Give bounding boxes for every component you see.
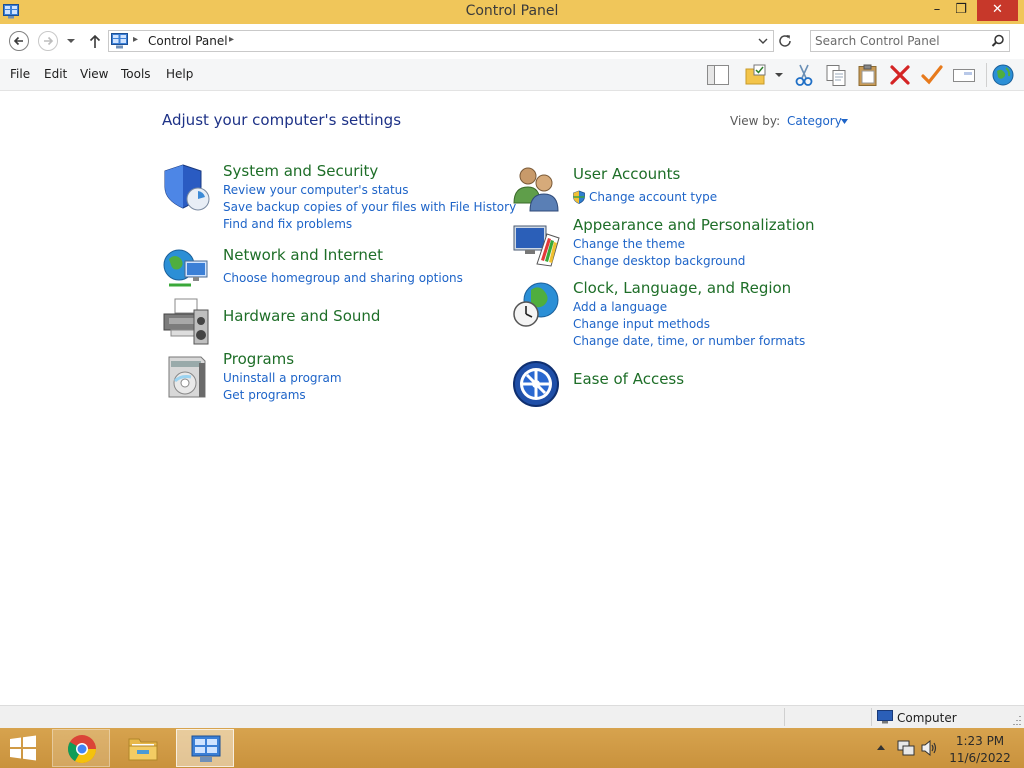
network-tray-icon[interactable] <box>897 740 915 756</box>
back-arrow-icon <box>13 36 23 46</box>
category-ease-of-access[interactable]: Ease of Access <box>573 370 684 388</box>
menu-bar: File Edit View Tools Help <box>0 59 1024 91</box>
up-arrow-icon[interactable] <box>88 33 102 49</box>
uac-shield-icon <box>573 190 585 204</box>
printer-icon[interactable] <box>161 296 211 346</box>
network-globe-icon[interactable] <box>161 245 211 295</box>
title-bar: Control Panel – ❐ ✕ <box>0 0 1024 24</box>
users-icon[interactable] <box>511 163 561 213</box>
globe-icon[interactable] <box>991 63 1015 87</box>
folder-options-icon[interactable] <box>744 63 768 87</box>
checkmark-icon[interactable] <box>920 63 944 87</box>
chevron-down-icon[interactable] <box>757 35 769 47</box>
control-panel-icon <box>191 735 221 762</box>
taskbar: 1:23 PM 11/6/2022 <box>0 728 1024 768</box>
computer-icon <box>877 710 893 724</box>
resize-grip-icon[interactable] <box>1012 714 1022 726</box>
menu-view[interactable]: View <box>80 67 108 81</box>
link-change-account-type[interactable]: Change account type <box>589 190 717 204</box>
taskbar-control-panel-button[interactable] <box>176 729 234 767</box>
recent-locations-dropdown-icon[interactable] <box>66 36 76 46</box>
paste-icon[interactable] <box>856 63 880 87</box>
back-button[interactable] <box>9 31 29 51</box>
forward-arrow-icon <box>44 36 54 46</box>
page-title: Adjust your computer's settings <box>162 111 402 129</box>
view-by-label: View by: <box>730 114 781 128</box>
layout-pane-icon[interactable] <box>706 63 730 87</box>
category-clock-language-region[interactable]: Clock, Language, and Region <box>573 279 791 297</box>
status-divider <box>871 708 872 726</box>
category-programs[interactable]: Programs <box>223 350 294 368</box>
ease-of-access-icon[interactable] <box>511 359 561 409</box>
cut-icon[interactable] <box>792 63 816 87</box>
address-box[interactable]: ▸ Control Panel ▸ <box>108 30 774 52</box>
link-uninstall-program[interactable]: Uninstall a program <box>223 371 342 385</box>
window-title: Control Panel <box>465 3 559 19</box>
control-panel-icon <box>111 33 128 49</box>
minimize-button[interactable]: – <box>926 0 948 21</box>
menu-tools[interactable]: Tools <box>121 67 151 81</box>
properties-icon[interactable] <box>952 63 976 87</box>
shield-icon[interactable] <box>161 162 211 212</box>
breadcrumb-separator[interactable]: ▸ <box>133 34 138 45</box>
chrome-icon <box>68 735 96 763</box>
breadcrumb-separator[interactable]: ▸ <box>229 34 234 45</box>
search-box[interactable] <box>810 30 1010 52</box>
link-get-programs[interactable]: Get programs <box>223 388 306 402</box>
link-change-input-methods[interactable]: Change input methods <box>573 317 710 331</box>
search-input[interactable] <box>815 33 985 49</box>
windows-start-icon[interactable] <box>8 735 38 761</box>
category-network-and-internet[interactable]: Network and Internet <box>223 246 383 264</box>
view-by-dropdown[interactable]: Category <box>787 114 842 128</box>
maximize-button[interactable]: ❐ <box>950 0 972 21</box>
volume-icon[interactable] <box>921 740 938 756</box>
menu-edit[interactable]: Edit <box>44 67 67 81</box>
category-system-and-security[interactable]: System and Security <box>223 162 378 180</box>
programs-box-icon[interactable] <box>161 351 211 401</box>
link-homegroup-sharing[interactable]: Choose homegroup and sharing options <box>223 271 463 285</box>
refresh-icon[interactable] <box>777 33 793 49</box>
category-appearance-and-personalization[interactable]: Appearance and Personalization <box>573 216 815 234</box>
link-change-desktop-background[interactable]: Change desktop background <box>573 254 745 268</box>
monitor-palette-icon[interactable] <box>511 220 561 270</box>
status-location: Computer <box>897 711 957 725</box>
menu-help[interactable]: Help <box>166 67 193 81</box>
show-hidden-icons-icon[interactable] <box>877 744 885 750</box>
link-find-fix-problems[interactable]: Find and fix problems <box>223 217 352 231</box>
link-change-formats[interactable]: Change date, time, or number formats <box>573 334 805 348</box>
link-file-history[interactable]: Save backup copies of your files with Fi… <box>223 200 516 214</box>
address-bar-row: ▸ Control Panel ▸ <box>0 24 1024 59</box>
copy-icon[interactable] <box>824 63 848 87</box>
chevron-down-icon[interactable] <box>772 63 786 87</box>
menu-file[interactable]: File <box>10 67 30 81</box>
category-user-accounts[interactable]: User Accounts <box>573 165 680 183</box>
search-icon[interactable] <box>991 34 1005 48</box>
close-button[interactable]: ✕ <box>977 0 1018 21</box>
status-bar: Computer <box>0 705 1024 728</box>
clock-date[interactable]: 11/6/2022 <box>940 751 1020 765</box>
status-divider <box>784 708 785 726</box>
category-hardware-and-sound[interactable]: Hardware and Sound <box>223 307 380 325</box>
link-add-language[interactable]: Add a language <box>573 300 667 314</box>
taskbar-file-explorer-button[interactable] <box>114 729 172 767</box>
link-change-theme[interactable]: Change the theme <box>573 237 685 251</box>
toolbar-separator <box>986 63 987 87</box>
clock-globe-icon[interactable] <box>511 280 561 330</box>
taskbar-chrome-button[interactable] <box>52 729 110 767</box>
delete-icon[interactable] <box>888 63 912 87</box>
folder-icon <box>128 738 158 761</box>
forward-button[interactable] <box>38 31 58 51</box>
clock-time[interactable]: 1:23 PM <box>940 734 1020 748</box>
dropdown-arrow-icon[interactable] <box>841 119 848 124</box>
breadcrumb-control-panel[interactable]: Control Panel <box>148 34 228 48</box>
link-review-status[interactable]: Review your computer's status <box>223 183 409 197</box>
